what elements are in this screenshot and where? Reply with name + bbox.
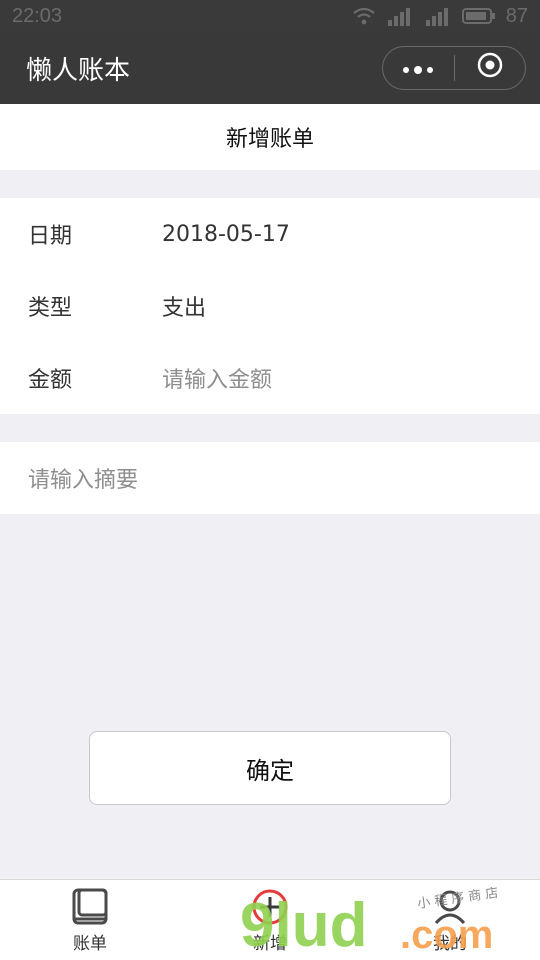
- page-title: 新增账单: [225, 127, 314, 152]
- page-header: 新增账单: [0, 104, 540, 170]
- status-time: 22:03: [12, 4, 63, 27]
- tab-mine-label: 我的: [433, 933, 467, 954]
- signal-icon: [386, 5, 414, 27]
- tab-bills-label: 账单: [73, 933, 107, 954]
- amount-input[interactable]: 请输入金额: [162, 362, 272, 394]
- date-picker[interactable]: 2018-05-17: [162, 222, 290, 247]
- bill-form: 日期 2018-05-17 类型 支出 金额 请输入金额: [0, 198, 540, 414]
- user-icon: [430, 887, 470, 927]
- amount-row[interactable]: 金额 请输入金额: [0, 342, 540, 414]
- tab-add[interactable]: 新增: [180, 880, 360, 960]
- status-icons: 87: [352, 5, 528, 28]
- more-button[interactable]: [383, 47, 454, 89]
- date-label: 日期: [28, 224, 73, 249]
- status-bar: 22:03 87: [0, 0, 540, 32]
- tab-bar: 账单 新增 我的: [0, 879, 540, 960]
- battery-level: 87: [505, 4, 528, 27]
- target-circle-icon: [476, 51, 504, 86]
- tab-mine[interactable]: 我的: [360, 880, 540, 960]
- summary-input[interactable]: 请输入摘要: [0, 442, 540, 514]
- plus-circle-icon: [250, 887, 290, 927]
- summary-placeholder: 请输入摘要: [28, 468, 139, 493]
- tab-add-label: 新增: [253, 933, 287, 954]
- type-row[interactable]: 类型 支出: [0, 270, 540, 342]
- close-miniprogram-button[interactable]: [455, 47, 526, 89]
- app-title: 懒人账本: [26, 55, 131, 86]
- tab-bills[interactable]: 账单: [0, 880, 180, 960]
- signal-icon: [424, 5, 452, 27]
- amount-label: 金额: [28, 368, 73, 393]
- type-picker[interactable]: 支出: [162, 290, 206, 322]
- confirm-button[interactable]: 确定: [89, 731, 451, 805]
- nav-bar: 懒人账本: [0, 32, 540, 104]
- book-icon: [70, 887, 110, 927]
- more-dots-icon: [401, 53, 435, 83]
- battery-icon: [461, 5, 496, 27]
- date-row[interactable]: 日期 2018-05-17: [0, 198, 540, 270]
- confirm-button-label: 确定: [246, 756, 294, 785]
- wifi-icon: [352, 5, 376, 27]
- type-label: 类型: [28, 296, 73, 321]
- menu-capsule: [382, 46, 526, 90]
